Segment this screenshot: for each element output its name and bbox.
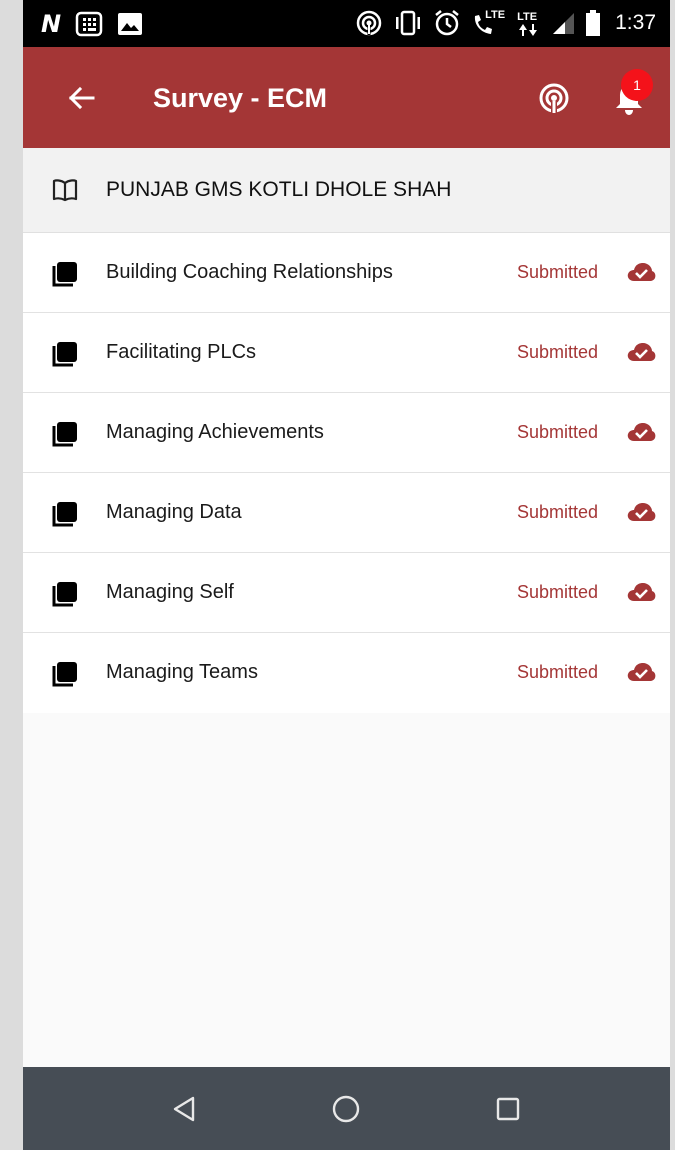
list-item[interactable]: Managing Teams Submitted bbox=[23, 633, 670, 713]
phone-screen: N LTE LTE 1:37 Survey - ECM 1 PUNJAB GMS… bbox=[23, 0, 670, 1150]
status-badge: Submitted bbox=[516, 502, 598, 522]
cloud-done-icon bbox=[627, 583, 656, 601]
notification-badge[interactable]: 1 bbox=[621, 69, 653, 101]
list-item[interactable]: Managing Data Submitted bbox=[23, 473, 670, 553]
signal-strength-icon bbox=[553, 13, 575, 34]
cloud-done-icon bbox=[627, 263, 656, 281]
hotspot-icon bbox=[356, 10, 382, 36]
image-icon bbox=[118, 13, 143, 35]
back-triangle-icon bbox=[173, 1096, 195, 1122]
survey-title: Managing Teams bbox=[106, 661, 258, 683]
n-logo-icon: N bbox=[41, 10, 62, 38]
sync-button[interactable] bbox=[535, 80, 573, 118]
status-badge: Submitted bbox=[516, 262, 598, 282]
cloud-done-icon bbox=[627, 423, 656, 441]
library-books-icon bbox=[52, 502, 77, 527]
status-badge: Submitted bbox=[516, 582, 598, 602]
nav-recents-button[interactable] bbox=[492, 1093, 524, 1125]
nav-back-button[interactable] bbox=[168, 1093, 200, 1125]
lte-signal-icon: LTE bbox=[515, 9, 541, 37]
list-item[interactable]: Managing Achievements Submitted bbox=[23, 393, 670, 473]
calculator-icon bbox=[75, 11, 103, 37]
cloud-done-icon bbox=[627, 663, 656, 681]
list-item[interactable]: Facilitating PLCs Submitted bbox=[23, 313, 670, 393]
survey-title: Managing Data bbox=[106, 501, 242, 523]
home-circle-icon bbox=[332, 1095, 360, 1123]
wifi-calling-icon: LTE bbox=[471, 9, 505, 37]
nav-home-button[interactable] bbox=[330, 1093, 362, 1125]
library-books-icon bbox=[52, 662, 77, 687]
status-bar: N LTE LTE 1:37 bbox=[23, 0, 670, 47]
clock: 1:37 bbox=[615, 11, 656, 34]
library-books-icon bbox=[52, 582, 77, 607]
battery-icon bbox=[586, 10, 601, 36]
vibrate-icon bbox=[396, 10, 421, 36]
library-books-icon bbox=[52, 422, 77, 447]
status-badge: Submitted bbox=[516, 342, 598, 362]
library-books-icon bbox=[52, 342, 77, 367]
cloud-done-icon bbox=[627, 343, 656, 361]
survey-title: Managing Achievements bbox=[106, 421, 324, 443]
list-item[interactable]: Building Coaching Relationships Submitte… bbox=[23, 233, 670, 313]
survey-title: Facilitating PLCs bbox=[106, 341, 257, 363]
alarm-icon bbox=[435, 10, 459, 36]
survey-list: Building Coaching Relationships Submitte… bbox=[23, 233, 670, 713]
cloud-done-icon bbox=[627, 503, 656, 521]
back-button[interactable] bbox=[63, 80, 99, 116]
page-title: Survey - ECM bbox=[153, 83, 328, 113]
recents-square-icon bbox=[496, 1097, 520, 1121]
lte-label-a: LTE bbox=[485, 9, 506, 21]
survey-title: Managing Self bbox=[106, 581, 234, 603]
library-books-icon bbox=[52, 262, 77, 287]
broadcast-icon bbox=[539, 83, 569, 115]
school-name: PUNJAB GMS KOTLI DHOLE SHAH bbox=[106, 178, 452, 201]
book-icon bbox=[52, 179, 78, 202]
survey-title: Building Coaching Relationships bbox=[106, 261, 393, 283]
arrow-left-icon bbox=[68, 86, 95, 110]
status-badge: Submitted bbox=[516, 422, 598, 442]
system-nav-bar bbox=[23, 1067, 670, 1150]
list-item[interactable]: Managing Self Submitted bbox=[23, 553, 670, 633]
school-header: PUNJAB GMS KOTLI DHOLE SHAH bbox=[23, 148, 670, 233]
app-bar: Survey - ECM 1 bbox=[23, 47, 670, 148]
status-badge: Submitted bbox=[516, 662, 598, 682]
lte-label-b: LTE bbox=[517, 11, 538, 23]
